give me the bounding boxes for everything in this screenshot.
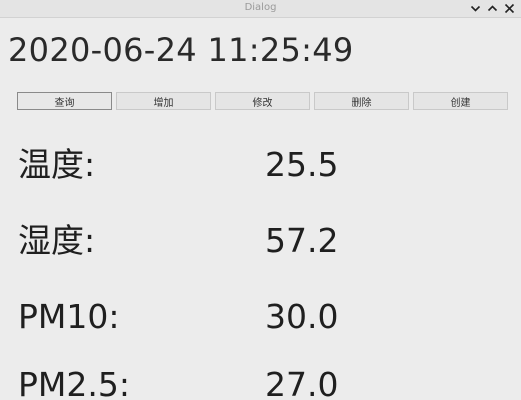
delete-button[interactable]: 删除 <box>314 92 409 110</box>
minimize-button[interactable] <box>468 1 483 16</box>
pm25-label: PM2.5: <box>18 365 130 400</box>
create-button[interactable]: 创建 <box>413 92 508 110</box>
pm10-value: 30.0 <box>265 297 339 336</box>
pm25-value: 27.0 <box>265 365 339 400</box>
reading-temperature: 温度: 25.5 <box>0 142 521 192</box>
title-bar[interactable]: Dialog <box>0 0 521 18</box>
window-title: Dialog <box>244 2 277 13</box>
close-button[interactable] <box>502 1 517 16</box>
humidity-value: 57.2 <box>265 221 339 260</box>
datetime-display: 2020-06-24 11:25:49 <box>8 31 354 69</box>
add-button[interactable]: 增加 <box>116 92 211 110</box>
reading-pm25: PM2.5: 27.0 <box>0 362 521 400</box>
modify-button[interactable]: 修改 <box>215 92 310 110</box>
reading-humidity: 湿度: 57.2 <box>0 218 521 268</box>
action-toolbar: 查询 增加 修改 删除 创建 <box>17 92 509 110</box>
humidity-label: 湿度: <box>18 221 96 260</box>
window-controls <box>468 1 517 16</box>
dialog-window: Dialog 2020-06-24 11:25:49 查询 增加 修改 删除 创… <box>0 0 521 400</box>
chevron-down-icon <box>470 5 481 12</box>
pm10-label: PM10: <box>18 297 120 336</box>
temperature-label: 温度: <box>18 145 96 184</box>
reading-pm10: PM10: 30.0 <box>0 294 521 344</box>
close-icon <box>504 3 515 14</box>
maximize-button[interactable] <box>485 1 500 16</box>
temperature-value: 25.5 <box>265 145 339 184</box>
chevron-up-icon <box>487 5 498 12</box>
query-button[interactable]: 查询 <box>17 92 112 110</box>
